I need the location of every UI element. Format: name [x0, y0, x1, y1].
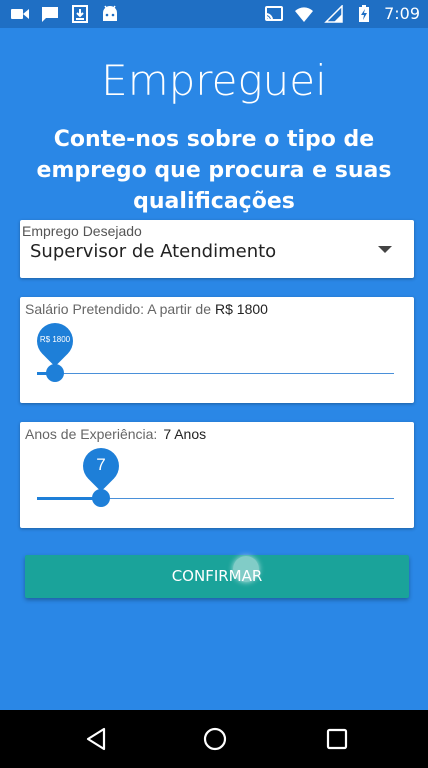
dropdown-arrow-icon[interactable]	[378, 246, 392, 253]
clock: 7:09	[384, 4, 420, 23]
download-icon	[72, 5, 88, 23]
touch-ripple	[233, 556, 259, 582]
page-subtitle: Conte-nos sobre o tipo de emprego que pr…	[36, 127, 392, 214]
experience-pin-label: 7	[96, 455, 106, 474]
experience-label: Anos de Experiência:	[25, 426, 158, 442]
back-icon[interactable]	[84, 726, 110, 752]
experience-value: 7 Anos	[163, 426, 207, 442]
android-icon	[103, 5, 117, 21]
app-title: Empreguei	[101, 56, 327, 105]
cast-icon	[265, 6, 284, 21]
status-bar-notifications	[10, 5, 120, 23]
home-icon[interactable]	[202, 726, 228, 752]
salary-value: R$ 1800	[215, 301, 268, 317]
wifi-icon	[295, 7, 314, 23]
confirm-button[interactable]: CONFIRMAR	[25, 555, 409, 598]
salary-pin-label: R$ 1800	[39, 335, 71, 344]
video-icon	[11, 9, 29, 19]
experience-slider-track[interactable]: 7	[37, 440, 394, 507]
job-dropdown[interactable]: Emprego Desejado Supervisor de Atendimen…	[20, 220, 414, 278]
salary-label: Salário Pretendido: A partir de	[25, 301, 212, 317]
job-field-label: Emprego Desejado	[22, 223, 142, 239]
salary-card: Salário Pretendido: A partir de R$ 1800 R…	[20, 297, 414, 403]
experience-label-row: Anos de Experiência: 7 Anos	[25, 426, 206, 442]
salary-slider-thumb[interactable]	[46, 364, 64, 382]
status-bar-system: 7:09	[264, 5, 420, 23]
navigation-bar	[0, 710, 428, 768]
job-field-value: Supervisor de Atendimento	[30, 241, 277, 262]
recents-icon[interactable]	[324, 726, 350, 752]
status-bar: 7:09	[0, 0, 428, 28]
battery-charging-icon	[359, 5, 370, 22]
signal-icon	[324, 5, 343, 23]
salary-label-row: Salário Pretendido: A partir de R$ 1800	[25, 301, 268, 317]
experience-slider-thumb[interactable]	[92, 489, 110, 507]
message-icon	[42, 7, 58, 22]
salary-slider-track[interactable]: R$ 1800	[29, 315, 394, 382]
experience-card: Anos de Experiência: 7 Anos 7	[20, 422, 414, 528]
